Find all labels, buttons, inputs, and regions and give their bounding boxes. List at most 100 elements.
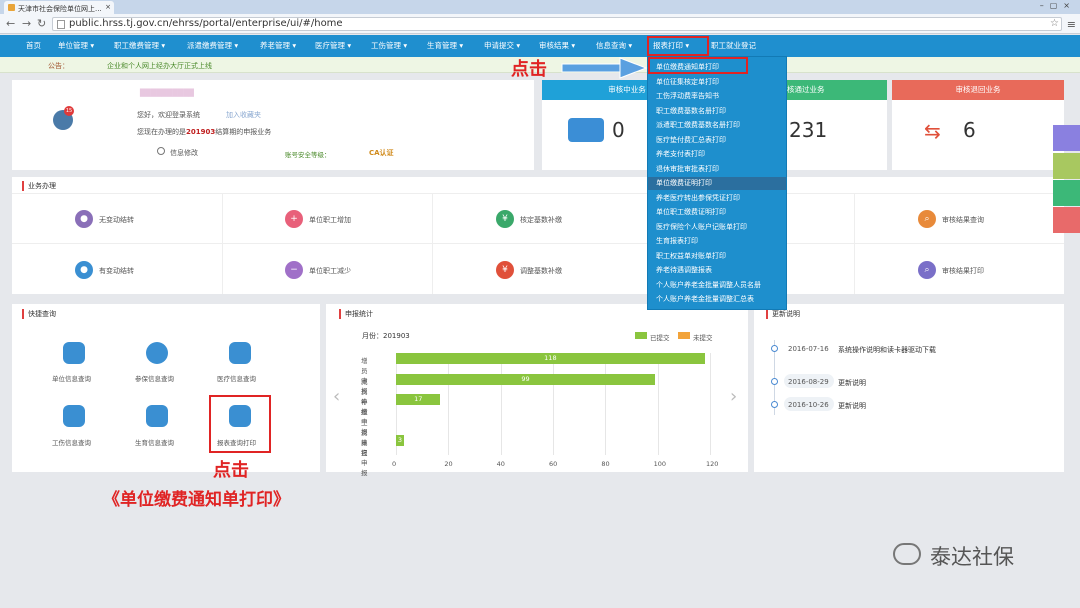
wechat-icon xyxy=(893,543,921,565)
window-controls[interactable]: –▢× xyxy=(1040,1,1076,10)
main-nav: 首页 单位管理 ▾ 职工缴费管理 ▾ 派遣缴费管理 ▾ 养老管理 ▾ 医疗管理 … xyxy=(0,35,1080,57)
divider xyxy=(12,243,1064,244)
biz-no-change[interactable]: 无变动结转 xyxy=(99,215,134,225)
legend-swatch-unsubmitted xyxy=(678,332,690,339)
divider xyxy=(12,193,1064,194)
injury-icon xyxy=(63,405,85,427)
dropdown-item[interactable]: 退休审批审批表打印 xyxy=(656,164,719,174)
legend-unsubmitted: 未提交 xyxy=(693,334,713,342)
reload-icon[interactable]: ↻ xyxy=(37,17,46,30)
dropdown-item[interactable]: 养老支付表打印 xyxy=(656,149,705,159)
bar[interactable]: 3 xyxy=(396,435,404,446)
bookmark-star-icon[interactable]: ☆ xyxy=(1050,18,1059,30)
nav-item-unit[interactable]: 单位管理 ▾ xyxy=(58,40,94,51)
highlight-box xyxy=(648,57,748,74)
dropdown-item[interactable]: 职工权益单对账单打印 xyxy=(656,251,726,261)
info-edit-link[interactable]: 信息修改 xyxy=(170,148,198,158)
gridline xyxy=(553,353,554,455)
nav-item-pension[interactable]: 养老管理 ▾ xyxy=(260,40,296,51)
browser-tab[interactable]: 天津市社会保险单位网上... × xyxy=(4,1,114,14)
side-power-icon[interactable] xyxy=(1053,207,1080,233)
x-tick-label: 80 xyxy=(601,460,610,468)
side-feedback-icon[interactable] xyxy=(1053,125,1080,151)
gridline xyxy=(500,353,502,455)
dropdown-item[interactable]: 职工缴费基数名册打印 xyxy=(656,106,726,116)
nav-item-medical[interactable]: 医疗管理 ▾ xyxy=(315,40,351,51)
biz-base-repay[interactable]: 核定基数补缴 xyxy=(520,215,562,225)
biz-remove-staff[interactable]: 单位职工减少 xyxy=(309,266,351,276)
click-annotation-1: 点击 xyxy=(511,59,547,80)
nav-item-dispatch-pay[interactable]: 派遣缴费管理 ▾ xyxy=(187,40,238,51)
biz-add-staff[interactable]: 单位职工增加 xyxy=(309,215,351,225)
forward-icon[interactable]: → xyxy=(22,17,31,30)
bar[interactable]: 99 xyxy=(396,373,656,385)
nav-item-submit[interactable]: 申请提交 ▾ xyxy=(484,40,520,51)
quick-unit[interactable]: 单位信息查询 xyxy=(52,373,91,383)
adjust-icon: ¥ xyxy=(496,261,514,279)
x-tick-label: 120 xyxy=(706,460,719,468)
quick-injury[interactable]: 工伤信息查询 xyxy=(52,437,91,447)
quick-medical[interactable]: 医疗信息查询 xyxy=(217,373,256,383)
dropdown-item[interactable]: 生育报表打印 xyxy=(656,236,698,246)
update-date: 2016-07-16 xyxy=(788,345,829,353)
chart-next-icon[interactable]: › xyxy=(730,386,737,407)
update-link[interactable]: 更新说明 xyxy=(838,378,866,388)
greeting: 您好，欢迎登录系统 xyxy=(137,111,200,119)
dropdown-item[interactable]: 医疗垫付费汇总表打印 xyxy=(656,135,726,145)
dropdown-item[interactable]: 单位缴费证明打印 xyxy=(656,178,712,188)
add-favorite-link[interactable]: 加入收藏夹 xyxy=(226,110,261,120)
favicon-icon xyxy=(8,4,15,11)
quick-insured[interactable]: 参保信息查询 xyxy=(135,373,174,383)
dropdown-item[interactable]: 派遣职工缴费基数名册打印 xyxy=(656,120,740,130)
bar[interactable]: 17 xyxy=(396,394,441,405)
nav-item-home[interactable]: 首页 xyxy=(26,40,41,51)
settings-icon xyxy=(157,147,165,155)
stat-value-approved: 231 xyxy=(789,118,828,142)
divider xyxy=(222,194,223,294)
medical-icon xyxy=(229,342,251,364)
update-link[interactable]: 更新说明 xyxy=(838,401,866,411)
dropdown-item[interactable]: 养老待遇调整报表 xyxy=(656,265,712,275)
dropdown-item[interactable]: 医疗保险个人账户记账单打印 xyxy=(656,222,747,232)
dropdown-item[interactable]: 单位征集核定单打印 xyxy=(656,77,719,87)
browser-menu-icon[interactable]: ≡ xyxy=(1067,18,1076,31)
chart-prev-icon[interactable]: ‹ xyxy=(333,386,340,407)
nav-item-employment[interactable]: 职工就业登记 xyxy=(711,40,756,51)
quick-maternity[interactable]: 生育信息查询 xyxy=(135,437,174,447)
dropdown-item[interactable]: 单位职工缴费证明打印 xyxy=(656,207,726,217)
tab-title: 天津市社会保险单位网上... xyxy=(18,5,102,13)
biz-audit-query[interactable]: 审核结果查询 xyxy=(942,215,984,225)
nav-item-audit[interactable]: 审核结果 ▾ xyxy=(539,40,575,51)
notice-text[interactable]: 企业和个人网上经办大厅正式上线 xyxy=(107,61,212,71)
nav-item-info[interactable]: 信息查询 ▾ xyxy=(596,40,632,51)
nav-item-staff-pay[interactable]: 职工缴费管理 ▾ xyxy=(114,40,165,51)
update-link[interactable]: 系统操作说明和读卡器驱动下载 xyxy=(838,345,936,355)
money-icon: ¥ xyxy=(496,210,514,228)
chart-month: 月份：201903 xyxy=(362,332,410,340)
dropdown-item[interactable]: 工伤浮动费率告知书 xyxy=(656,91,719,101)
browser-tab-bar: 天津市社会保险单位网上... × –▢× xyxy=(0,0,1080,14)
page-icon xyxy=(57,20,65,29)
gridline xyxy=(448,353,450,455)
stat-value-pending: 0 xyxy=(612,118,625,142)
dropdown-item[interactable]: 养老医疗转出参保凭证打印 xyxy=(656,193,740,203)
biz-change[interactable]: 有变动结转 xyxy=(99,266,134,276)
notification-badge[interactable]: 15 xyxy=(64,106,74,116)
bar[interactable]: 118 xyxy=(396,353,705,364)
back-icon[interactable]: ← xyxy=(6,17,15,30)
biz-audit-print[interactable]: 审核结果打印 xyxy=(942,266,984,276)
chart-title: 申报统计 xyxy=(339,309,373,319)
dropdown-item[interactable]: 个人账户养老金批量调整汇总表 xyxy=(656,294,754,304)
side-refresh-icon[interactable] xyxy=(1053,180,1080,206)
nav-item-maternity[interactable]: 生育管理 ▾ xyxy=(427,40,463,51)
x-tick-label: 20 xyxy=(444,460,453,468)
arrow-icon xyxy=(561,57,648,79)
maternity-icon xyxy=(146,405,168,427)
ca-link[interactable]: CA认证 xyxy=(369,148,394,158)
url-field[interactable]: public.hrss.tj.gov.cn/ehrss/portal/enter… xyxy=(52,17,1062,31)
biz-adjust-repay[interactable]: 调整基数补缴 xyxy=(520,266,562,276)
side-tree-icon[interactable] xyxy=(1053,153,1080,179)
dropdown-item[interactable]: 个人账户养老金批量调整人员名册 xyxy=(656,280,761,290)
close-tab-icon[interactable]: × xyxy=(105,3,111,11)
nav-item-injury[interactable]: 工伤管理 ▾ xyxy=(371,40,407,51)
